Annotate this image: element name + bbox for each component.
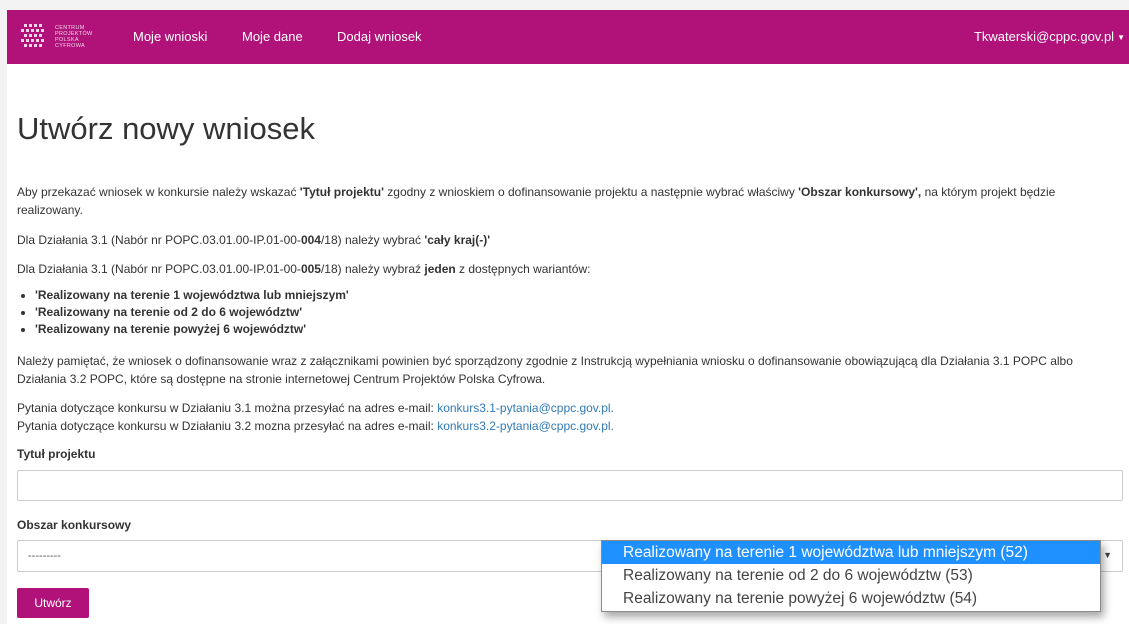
dropdown-option[interactable]: Realizowany na terenie 1 województwa lub…: [602, 541, 1100, 564]
title-label: Tytuł projektu: [17, 447, 96, 461]
rule-text: /18) należy wybraź: [320, 262, 425, 276]
intro-paragraph: Aby przekazać wniosek w konkursie należy…: [17, 183, 1123, 219]
nav-dodaj-wniosek[interactable]: Dodaj wniosek: [337, 29, 422, 44]
intro-text: zgodny z wnioskiem o dofinansowanie proj…: [383, 185, 799, 199]
rule-004-paragraph: Dla Działania 3.1 (Nabór nr POPC.03.01.0…: [17, 231, 1123, 249]
contact-paragraph: Pytania dotyczące konkursu w Działaniu 3…: [17, 399, 1123, 435]
area-select-value: ---------: [28, 550, 61, 562]
list-item: 'Realizowany na terenie od 2 do 6 wojewó…: [35, 304, 349, 321]
contact-text: Pytania dotyczące konkursu w Działaniu 3…: [17, 401, 438, 415]
variant-list: 'Realizowany na terenie 1 województwa lu…: [21, 287, 349, 338]
nav-moje-wnioski[interactable]: Moje wnioski: [133, 29, 207, 44]
rule-005-paragraph: Dla Działania 3.1 (Nabór nr POPC.03.01.0…: [17, 260, 1123, 278]
dropdown-option[interactable]: Realizowany na terenie powyżej 6 wojewód…: [602, 587, 1100, 610]
instruction-note: Należy pamiętać, że wniosek o dofinansow…: [17, 354, 1073, 386]
rule-number: 004: [300, 233, 321, 247]
list-item: 'Realizowany na terenie powyżej 6 wojewó…: [35, 321, 349, 338]
top-navbar: Centrum Projektów Polska Cyfrowa Moje wn…: [7, 10, 1129, 64]
email-link-3-2[interactable]: konkurs3.2-pytania@cppc.gov.pl.: [437, 419, 614, 433]
cppc-logo[interactable]: Centrum Projektów Polska Cyfrowa: [21, 24, 109, 50]
caret-down-icon: ▼: [1117, 33, 1125, 42]
logo-text: Centrum Projektów Polska Cyfrowa: [55, 25, 111, 49]
email-link-3-1[interactable]: konkurs3.1-pytania@cppc.gov.pl.: [437, 401, 614, 415]
nav-moje-dane[interactable]: Moje dane: [242, 29, 303, 44]
intro-text: Aby przekazać wniosek w konkursie należy…: [17, 185, 300, 199]
rule-emphasis: jeden: [424, 262, 456, 276]
browser-viewport: Centrum Projektów Polska Cyfrowa Moje wn…: [7, 10, 1129, 624]
area-dropdown-list: Realizowany na terenie 1 województwa lub…: [601, 540, 1101, 612]
intro-bold-area: 'Obszar konkursowy',: [798, 185, 922, 199]
list-item: 'Realizowany na terenie 1 województwa lu…: [35, 287, 349, 304]
logo-line: Cyfrowa: [55, 43, 86, 49]
contact-text: Pytania dotyczące konkursu w Działaniu 3…: [17, 419, 438, 433]
rule-text: Dla Działania 3.1 (Nabór nr POPC.03.01.0…: [17, 233, 301, 247]
rule-number: 005: [300, 262, 321, 276]
logo-mark-icon: [21, 24, 44, 47]
rule-text: /18) należy wybrać: [320, 233, 425, 247]
dropdown-option[interactable]: Realizowany na terenie od 2 do 6 wojewód…: [602, 564, 1100, 587]
page-title: Utwórz nowy wniosek: [17, 111, 316, 146]
rule-text: Dla Działania 3.1 (Nabór nr POPC.03.01.0…: [17, 262, 301, 276]
area-label: Obszar konkursowy: [17, 518, 132, 532]
intro-bold-title: 'Tytuł projektu': [299, 185, 384, 199]
dropdown-arrow-icon: ▼: [1103, 550, 1112, 560]
rule-option: 'cały kraj(-)': [424, 233, 491, 247]
create-button[interactable]: Utwórz: [17, 588, 89, 618]
rule-text: z dostępnych wariantów:: [455, 262, 591, 276]
user-email: Tkwaterski@cppc.gov.pl: [973, 29, 1115, 44]
project-title-input[interactable]: [17, 470, 1123, 501]
user-menu[interactable]: Tkwaterski@cppc.gov.pl ▼: [974, 29, 1125, 44]
